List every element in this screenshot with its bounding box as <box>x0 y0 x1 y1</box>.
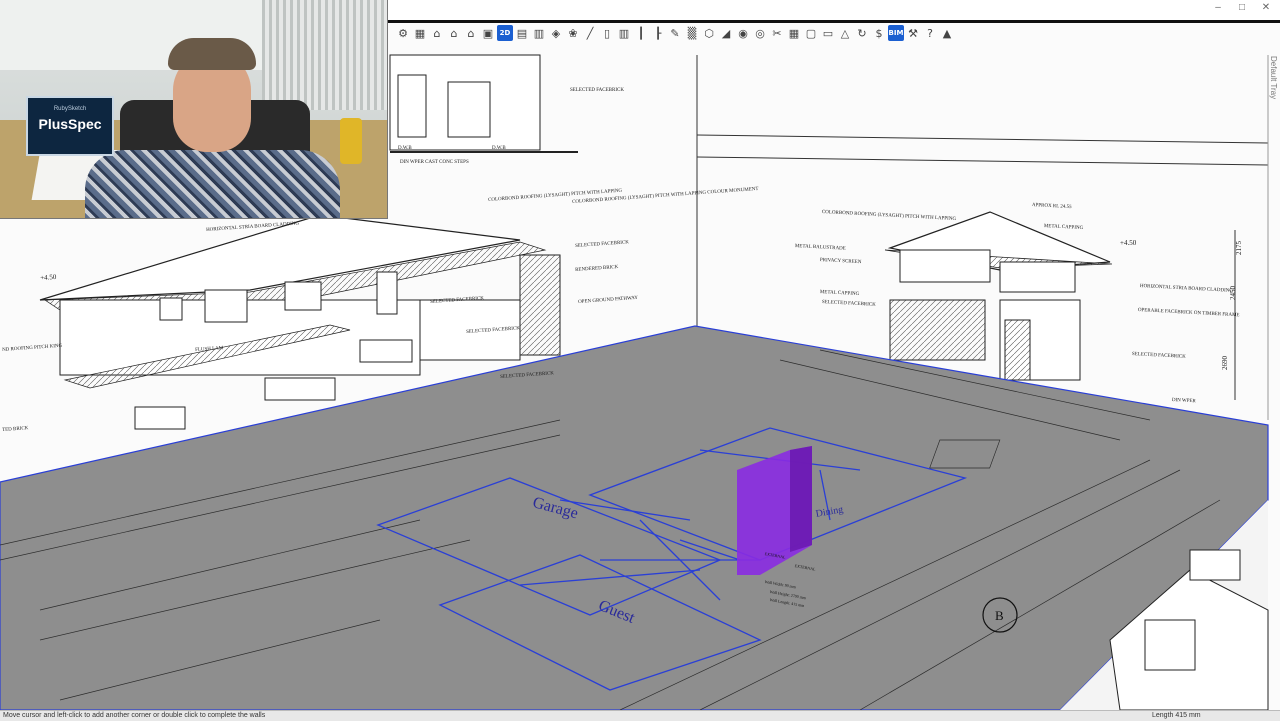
ruby-sketch-icon[interactable]: ⚙ <box>395 25 411 41</box>
elevation-note: SELECTED FACEBRICK <box>570 88 624 93</box>
dollar-icon[interactable]: $ <box>871 25 887 41</box>
level-marker: +4.50 <box>1120 239 1137 247</box>
elevation-note: D.W.B <box>492 146 506 151</box>
column-icon[interactable]: ┃ <box>633 25 649 41</box>
crop-icon[interactable]: ▢ <box>803 25 819 41</box>
elevation-note: DIN WPER CAST CONC STEPS <box>400 160 469 165</box>
grid-icon[interactable]: ▦ <box>786 25 802 41</box>
layers-icon[interactable]: ◈ <box>548 25 564 41</box>
grid-bubble-label: B <box>995 608 1004 623</box>
truck-icon[interactable]: ▤ <box>514 25 530 41</box>
default-tray-label[interactable]: Default Tray <box>1269 56 1278 99</box>
window-title-bar: – □ ✕ <box>387 0 1280 23</box>
refresh-icon[interactable]: ↻ <box>854 25 870 41</box>
close-button[interactable]: ✕ <box>1257 2 1275 13</box>
person-shirt <box>85 150 340 218</box>
roof-icon[interactable]: ⌂ <box>463 25 479 41</box>
slope-icon[interactable]: ◢ <box>718 25 734 41</box>
paint-icon[interactable]: ❀ <box>565 25 581 41</box>
dimension-label: 2175 <box>1235 241 1243 255</box>
box-icon[interactable]: ▦ <box>412 25 428 41</box>
maximize-button[interactable]: □ <box>1233 2 1251 13</box>
graduation-cap-icon[interactable]: ▲ <box>939 25 955 41</box>
2d-mode-icon[interactable]: 2D <box>497 25 513 41</box>
landscape-icon[interactable]: △ <box>837 25 853 41</box>
window-frame-icon[interactable]: ▥ <box>616 25 632 41</box>
home-icon[interactable]: ⌂ <box>429 25 445 41</box>
plugin-toolbar: ⚙ ▦ ⌂ ⌂ ⌂ ▣ 2D ▤ ▥ ◈ ❀ ╱ ▯ ▥ ┃ ┠ ✎ ▒ ⬡ ◢ ◉ ◎ ✂ ▦ ▢ ▭ △ ↻ $ BIM ⚒? ▲ <box>395 23 955 43</box>
fence-icon[interactable]: ▒ <box>684 25 700 41</box>
bim-mep-icon[interactable]: BIM <box>888 25 904 41</box>
dimension-label: 2450 <box>1229 286 1237 300</box>
brush-icon[interactable]: ╱ <box>582 25 598 41</box>
dimension-label: 2690 <box>1221 356 1229 370</box>
pencil-icon[interactable]: ✎ <box>667 25 683 41</box>
cabinet-icon[interactable]: ▥ <box>531 25 547 41</box>
building-icon[interactable]: ▣ <box>480 25 496 41</box>
help-icon[interactable]: ? <box>922 25 938 41</box>
tools-icon[interactable]: ⚒ <box>905 25 921 41</box>
level-marker: +4.50 <box>39 272 57 282</box>
house-outline-icon[interactable]: ⌂ <box>446 25 462 41</box>
drill-tool <box>340 118 362 164</box>
camera-icon[interactable]: ◉ <box>735 25 751 41</box>
hexagon-icon[interactable]: ⬡ <box>701 25 717 41</box>
cut-icon[interactable]: ✂ <box>769 25 785 41</box>
plusspec-logo: RubySketch PlusSpec <box>26 96 114 156</box>
door-icon[interactable]: ▯ <box>599 25 615 41</box>
minimize-button[interactable]: – <box>1209 2 1227 13</box>
status-bar: Move cursor and left-click to add anothe… <box>0 710 1280 721</box>
webcam-overlay: RubySketch PlusSpec <box>0 0 388 219</box>
car-icon[interactable]: ▭ <box>820 25 836 41</box>
elevation-note: D.W.B <box>398 146 412 151</box>
window-blinds <box>262 0 387 110</box>
person-hair <box>168 38 256 70</box>
stair-icon[interactable]: ┠ <box>650 25 666 41</box>
target-icon[interactable]: ◎ <box>752 25 768 41</box>
